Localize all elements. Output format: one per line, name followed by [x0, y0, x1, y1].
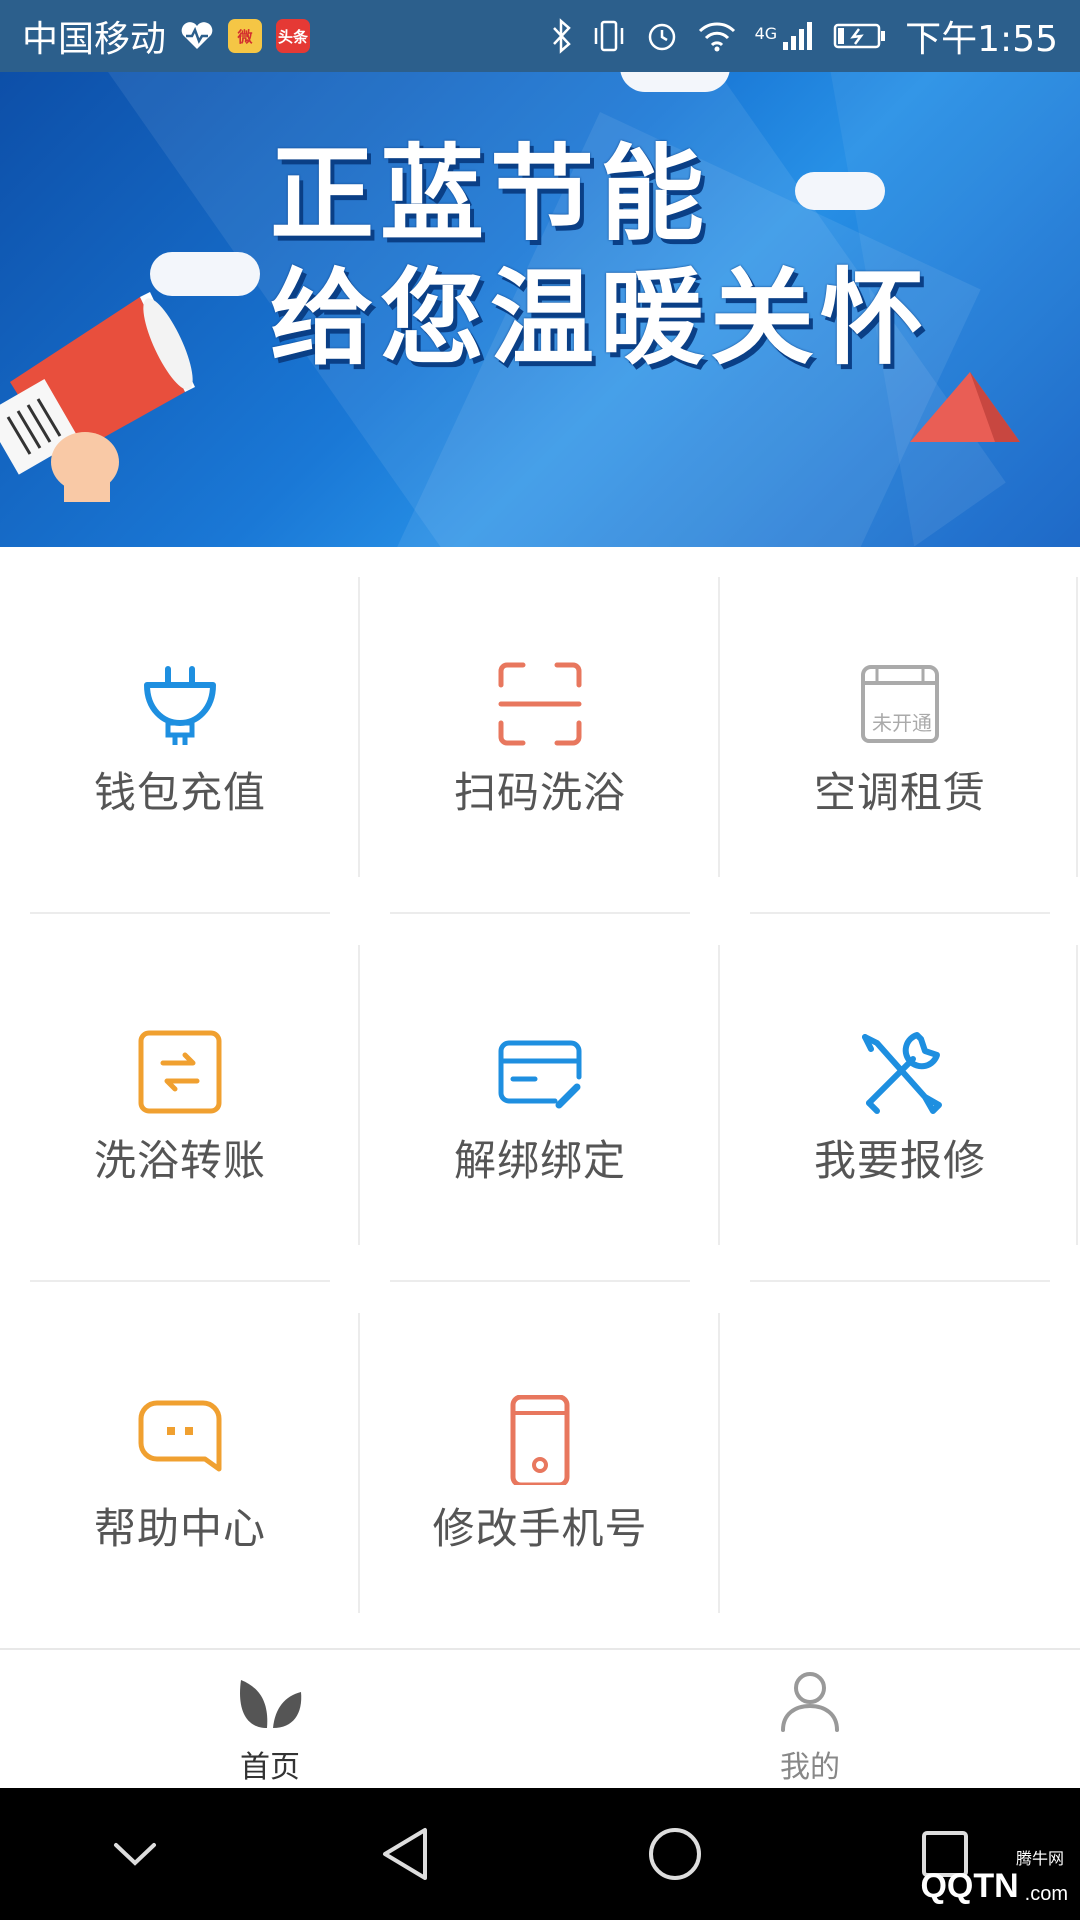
ac-rental-label: 空调租赁: [813, 768, 986, 817]
watermark-tag: 腾牛网: [1015, 1851, 1064, 1868]
clock-label: 下午1:55: [905, 19, 1058, 60]
tab-mine[interactable]: 我的: [540, 1650, 1080, 1788]
back-button[interactable]: [365, 1814, 445, 1894]
megaphone-icon: [0, 292, 195, 502]
tab-home[interactable]: 首页: [0, 1650, 540, 1788]
status-bar: 中国移动 微 头条 4G 下午1:55: [0, 0, 1080, 72]
hide-keyboard-button[interactable]: [95, 1814, 175, 1894]
scan-icon: [498, 662, 582, 746]
transfer-icon: [138, 1030, 222, 1114]
not-activated-badge: 未开通: [870, 707, 934, 736]
bath-transfer-button[interactable]: 洗浴转账: [0, 915, 360, 1281]
bottom-navigation: 首页 我的: [0, 1648, 1080, 1788]
promo-banner[interactable]: 正蓝节能 给您温暖关怀: [0, 72, 1080, 547]
signal-icon: [783, 22, 813, 50]
toutiao-app-icon: 头条: [276, 19, 311, 53]
banner-title: 正蓝节能 给您温暖关怀: [270, 132, 991, 383]
function-grid: 钱包充值 扫码洗浴 未开通 空调租赁 洗浴转账 解绑绑定 我要报修 帮助中心 修…: [0, 547, 1080, 1647]
alarm-icon: [648, 23, 675, 51]
change-phone-button[interactable]: 修改手机号: [360, 1283, 720, 1649]
repair-request-button[interactable]: 我要报修: [720, 915, 1080, 1281]
home-circle-icon: [649, 1828, 701, 1880]
change-phone-label: 修改手机号: [432, 1504, 648, 1553]
banner-line-1: 正蓝节能: [270, 133, 711, 255]
battery-charging-icon: [833, 23, 886, 49]
cloud-decoration: [620, 72, 730, 92]
banner-line-2: 给您温暖关怀: [270, 257, 931, 379]
bath-transfer-label: 洗浴转账: [93, 1136, 266, 1185]
qqtn-watermark: QQTN .com 腾牛网: [920, 1851, 1068, 1906]
bluetooth-icon: [552, 18, 571, 54]
scan-bath-button[interactable]: 扫码洗浴: [360, 547, 720, 913]
card-icon: [498, 1040, 582, 1109]
back-triangle-icon: [383, 1828, 427, 1880]
help-center-button[interactable]: 帮助中心: [0, 1283, 360, 1649]
help-center-label: 帮助中心: [93, 1504, 266, 1553]
home-button[interactable]: [635, 1814, 715, 1894]
user-icon: [781, 1672, 839, 1732]
unbind-bind-button[interactable]: 解绑绑定: [360, 915, 720, 1281]
repair-tools-icon: [862, 1032, 942, 1114]
network-type-label: 4G: [754, 24, 778, 43]
unbind-bind-label: 解绑绑定: [453, 1136, 626, 1185]
wallet-recharge-button[interactable]: 钱包充值: [0, 547, 360, 913]
tab-mine-label: 我的: [780, 1750, 840, 1785]
health-heart-icon: [181, 22, 213, 49]
wifi-icon: [698, 22, 735, 52]
chat-bubble-icon: [138, 1400, 222, 1472]
wallet-recharge-label: 钱包充值: [93, 768, 266, 817]
ac-rental-button[interactable]: 未开通 空调租赁: [720, 547, 1080, 913]
vibrate-icon: [594, 20, 623, 52]
plug-icon: [144, 666, 216, 745]
watermark-suffix: .com: [1024, 1883, 1068, 1905]
leaf-icon: [240, 1680, 302, 1728]
weibo-app-icon: 微: [228, 19, 263, 53]
scan-bath-label: 扫码洗浴: [453, 768, 626, 817]
watermark-brand: QQTN: [920, 1867, 1019, 1905]
system-navigation-bar: QQTN .com 腾牛网: [0, 1788, 1080, 1920]
tab-home-label: 首页: [240, 1750, 300, 1785]
repair-request-label: 我要报修: [813, 1136, 986, 1185]
chevron-down-icon: [114, 1843, 156, 1866]
carrier-label: 中国移动: [22, 19, 167, 60]
phone-icon: [510, 1395, 570, 1485]
